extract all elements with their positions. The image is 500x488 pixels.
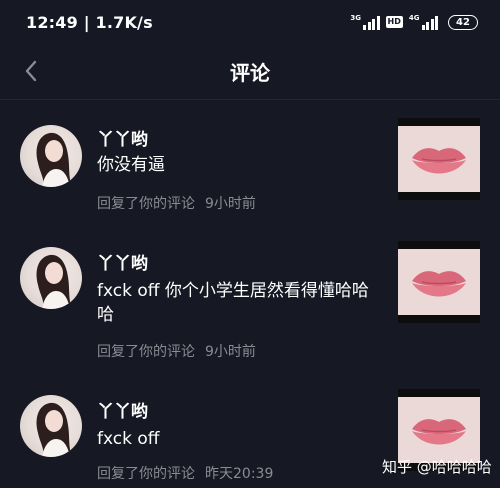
avatar[interactable] xyxy=(20,125,82,187)
username[interactable]: 丫丫哟 xyxy=(97,125,148,150)
comment-meta: 回复了你的评论 昨天20:39 xyxy=(97,463,273,483)
timestamp: 昨天20:39 xyxy=(205,466,274,482)
network-type-label: 4G xyxy=(408,13,420,22)
status-icons: 3G HD 4G 42 xyxy=(350,13,478,30)
signal-4g: 4G xyxy=(408,13,438,30)
comment-text: fxck off xyxy=(97,429,160,449)
signal-bars-icon xyxy=(421,15,438,30)
network-type-label: 3G xyxy=(350,13,362,22)
status-bar: 12:49 | 1.7K/s 3G HD 4G 42 xyxy=(0,0,500,44)
username[interactable]: 丫丫哟 xyxy=(97,249,148,274)
avatar[interactable] xyxy=(20,247,82,309)
chevron-left-icon xyxy=(25,60,37,82)
username[interactable]: 丫丫哟 xyxy=(97,397,148,422)
battery-level: 42 xyxy=(456,16,470,28)
timestamp: 9小时前 xyxy=(205,196,256,212)
timestamp: 9小时前 xyxy=(205,344,256,360)
nav-bar: 评论 xyxy=(0,44,500,100)
comment-text: fxck off 你个小学生居然看得懂哈哈哈 xyxy=(97,281,369,325)
reply-action-text: 回复了你的评论 xyxy=(97,344,195,360)
hd-badge: HD xyxy=(385,16,403,28)
avatar[interactable] xyxy=(20,395,82,457)
battery-icon: 42 xyxy=(448,14,478,30)
comment-meta: 回复了你的评论 9小时前 xyxy=(97,193,256,213)
page-title: 评论 xyxy=(230,61,270,85)
signal-bars-icon xyxy=(363,15,380,30)
watermark: 知乎 @哈哈哈哈 xyxy=(382,458,492,476)
status-time-speed: 12:49 | 1.7K/s xyxy=(26,12,153,32)
comment-text: 你没有逼 xyxy=(97,155,165,175)
video-thumbnail[interactable] xyxy=(398,241,480,323)
signal-3g: 3G xyxy=(350,13,380,30)
reply-action-text: 回复了你的评论 xyxy=(97,196,195,212)
video-thumbnail[interactable] xyxy=(398,118,480,200)
comment-meta: 回复了你的评论 9小时前 xyxy=(97,341,256,361)
reply-action-text: 回复了你的评论 xyxy=(97,466,195,482)
back-button[interactable] xyxy=(16,56,46,86)
